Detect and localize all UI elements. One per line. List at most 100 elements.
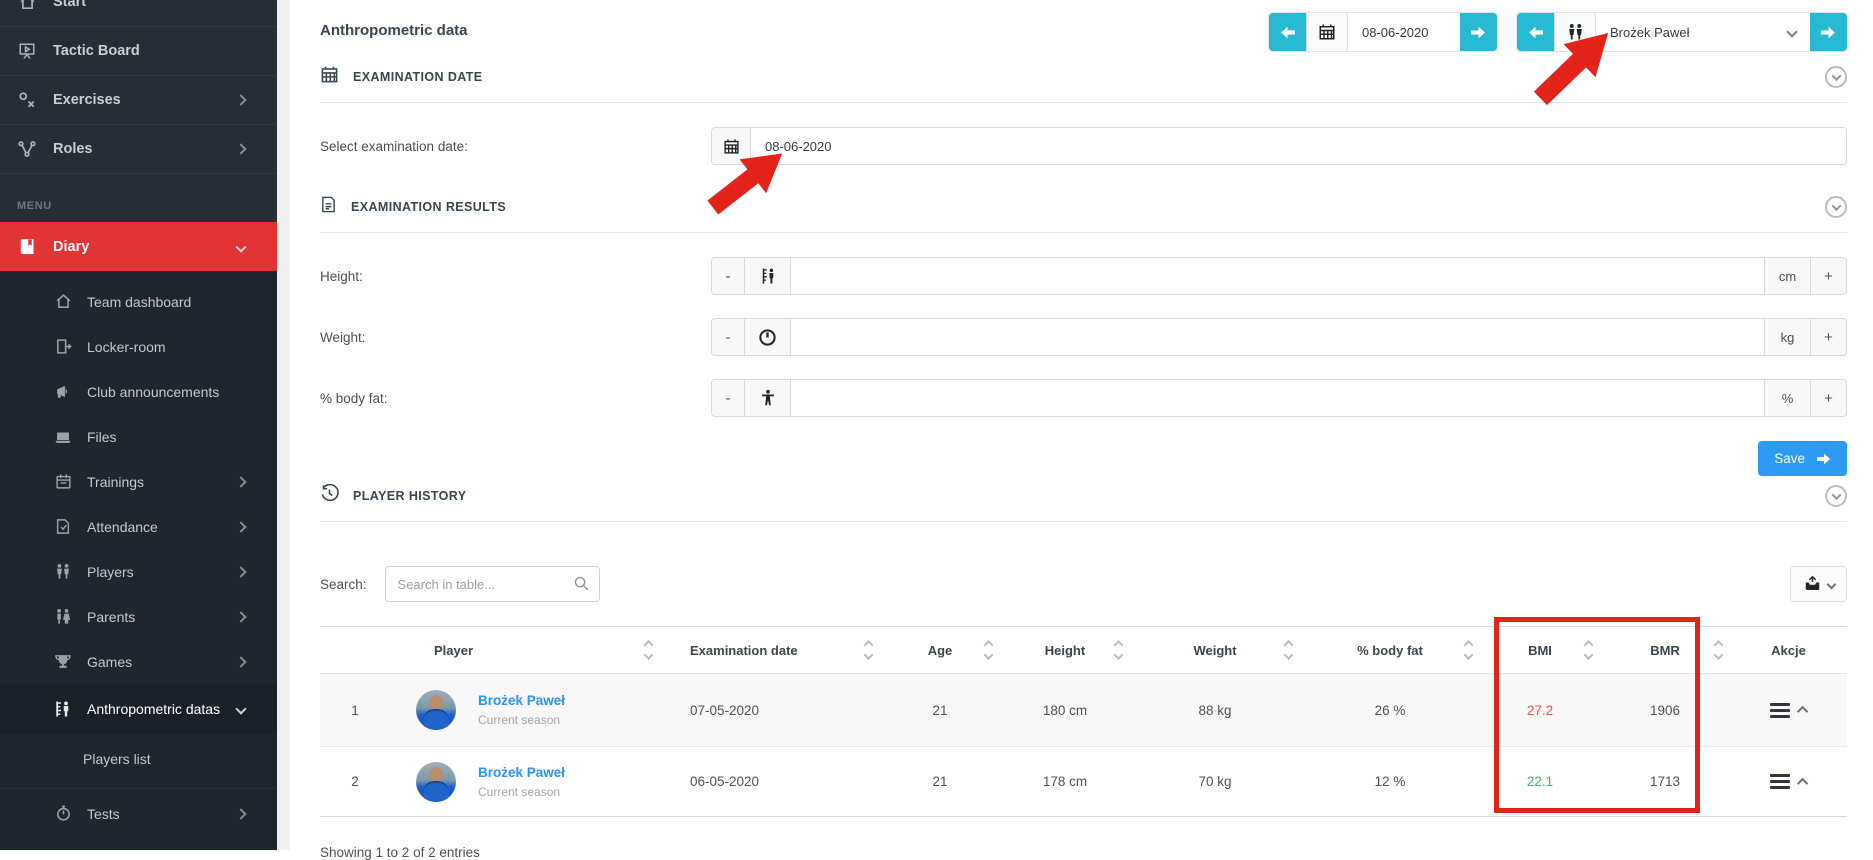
sidebar-item-club-announcements[interactable]: Club announcements bbox=[0, 369, 277, 414]
row-actions-button[interactable] bbox=[1730, 774, 1847, 789]
main-content: Anthropometric data Brożek Paweł bbox=[290, 0, 1873, 850]
sidebar-item-start[interactable]: Start bbox=[0, 0, 277, 27]
sidebar-item-players-list[interactable]: Players list bbox=[0, 734, 277, 784]
weight-scale-icon bbox=[745, 318, 791, 356]
sidebar-item-players[interactable]: Players bbox=[0, 549, 277, 594]
sidebar-item-parents[interactable]: Parents bbox=[0, 594, 277, 639]
chevron-down-icon bbox=[1786, 26, 1797, 37]
sort-icon[interactable] bbox=[645, 642, 652, 659]
sidebar-item-tests[interactable]: Tests bbox=[0, 788, 277, 838]
chevron-right-icon bbox=[235, 566, 246, 577]
col-bmr[interactable]: BMR bbox=[1600, 643, 1730, 658]
col-age[interactable]: Age bbox=[880, 643, 1000, 658]
body-fat-increment-button[interactable]: + bbox=[1811, 379, 1847, 417]
calendar-icon bbox=[53, 473, 73, 490]
examination-date-field bbox=[711, 127, 1847, 165]
examination-date-input[interactable] bbox=[751, 127, 1847, 165]
col-examination-date[interactable]: Examination date bbox=[660, 643, 880, 658]
player-select[interactable]: Brożek Paweł bbox=[1596, 13, 1810, 51]
table-header-row: Player Examination date Age Height Weigh… bbox=[320, 626, 1847, 674]
age-cell: 21 bbox=[880, 774, 1000, 789]
search-icon bbox=[573, 575, 590, 597]
row-index: 2 bbox=[320, 774, 390, 789]
table-row: 1 Brożek Paweł Current season 07-05-2020… bbox=[320, 674, 1847, 747]
chevron-right-icon bbox=[235, 656, 246, 667]
body-fat-input[interactable] bbox=[791, 379, 1765, 417]
sort-icon[interactable] bbox=[1115, 642, 1122, 659]
sidebar-item-roles[interactable]: Roles bbox=[0, 125, 277, 174]
export-button[interactable] bbox=[1790, 566, 1847, 602]
megaphone-icon bbox=[53, 383, 73, 400]
sidebar-item-locker-room[interactable]: Locker-room bbox=[0, 324, 277, 369]
body-fat-row: % body fat: - % + bbox=[320, 379, 1847, 417]
collapse-section-button[interactable] bbox=[1825, 196, 1847, 218]
weight-increment-button[interactable]: + bbox=[1811, 318, 1847, 356]
two-people-icon bbox=[53, 563, 73, 580]
trophy-icon bbox=[53, 653, 73, 670]
menu-icon bbox=[1770, 774, 1790, 789]
table-toolbar: Search: bbox=[320, 566, 1847, 602]
body-fat-person-icon bbox=[745, 379, 791, 417]
height-unit: cm bbox=[1765, 257, 1811, 295]
sidebar-item-tactic-board[interactable]: Tactic Board bbox=[0, 27, 277, 76]
sidebar-item-trainings[interactable]: Trainings bbox=[0, 459, 277, 504]
player-history-header: PLAYER HISTORY bbox=[320, 484, 1847, 508]
sidebar-item-diary[interactable]: Diary bbox=[0, 222, 277, 271]
sidebar: Start Tactic Board Exercises Roles MENU … bbox=[0, 0, 277, 850]
height-decrement-button[interactable]: - bbox=[711, 257, 745, 295]
menu-icon bbox=[1770, 703, 1790, 718]
sort-icon[interactable] bbox=[865, 642, 872, 659]
divider bbox=[320, 232, 1847, 233]
chevron-down-icon bbox=[1826, 579, 1836, 589]
height-cell: 178 cm bbox=[1000, 774, 1130, 789]
player-prev-button[interactable] bbox=[1517, 13, 1554, 51]
collapse-section-button[interactable] bbox=[1825, 66, 1847, 88]
player-name-link[interactable]: Brożek Paweł bbox=[478, 765, 565, 780]
height-increment-button[interactable]: + bbox=[1811, 257, 1847, 295]
sidebar-item-exercises[interactable]: Exercises bbox=[0, 76, 277, 125]
save-button[interactable]: Save bbox=[1758, 441, 1847, 476]
sort-icon[interactable] bbox=[1465, 642, 1472, 659]
sidebar-item-files[interactable]: Files bbox=[0, 414, 277, 459]
calendar-button[interactable] bbox=[1306, 13, 1348, 51]
date-nav-input[interactable] bbox=[1348, 13, 1460, 51]
search-input[interactable] bbox=[385, 566, 600, 602]
sort-icon[interactable] bbox=[1285, 642, 1292, 659]
col-height[interactable]: Height bbox=[1000, 643, 1130, 658]
examination-results-header: EXAMINATION RESULTS bbox=[320, 195, 1847, 219]
sidebar-item-anthropometric-datas[interactable]: Anthropometric datas bbox=[0, 684, 277, 734]
scroll-gutter[interactable] bbox=[277, 0, 290, 850]
weight-input[interactable] bbox=[791, 318, 1765, 356]
height-input[interactable] bbox=[791, 257, 1765, 295]
sidebar-item-games[interactable]: Games bbox=[0, 639, 277, 684]
sort-icon[interactable] bbox=[1715, 642, 1722, 659]
sidebar-item-team-dashboard[interactable]: Team dashboard bbox=[0, 279, 277, 324]
col-body-fat[interactable]: % body fat bbox=[1300, 643, 1480, 658]
chevron-right-icon bbox=[235, 476, 246, 487]
date-next-button[interactable] bbox=[1460, 13, 1497, 51]
chevron-down-icon bbox=[235, 703, 246, 714]
player-next-button[interactable] bbox=[1810, 13, 1847, 51]
chevron-down-icon bbox=[235, 241, 246, 252]
col-player[interactable]: Player bbox=[390, 643, 660, 658]
sort-icon[interactable] bbox=[985, 642, 992, 659]
sidebar-item-attendance[interactable]: Attendance bbox=[0, 504, 277, 549]
date-prev-button[interactable] bbox=[1269, 13, 1306, 51]
select-examination-date-row: Select examination date: bbox=[320, 127, 1847, 165]
height-row: Height: - cm + bbox=[320, 257, 1847, 295]
history-icon bbox=[320, 484, 339, 508]
collapse-section-button[interactable] bbox=[1825, 485, 1847, 507]
col-weight[interactable]: Weight bbox=[1130, 643, 1300, 658]
sort-icon[interactable] bbox=[1585, 642, 1592, 659]
body-fat-decrement-button[interactable]: - bbox=[711, 379, 745, 417]
player-name-link[interactable]: Brożek Paweł bbox=[478, 693, 565, 708]
chevron-right-icon bbox=[235, 611, 246, 622]
chevron-right-icon bbox=[235, 143, 246, 154]
parents-icon bbox=[53, 608, 73, 625]
player-history-table: Player Examination date Age Height Weigh… bbox=[320, 626, 1847, 817]
calendar-icon[interactable] bbox=[711, 127, 751, 165]
weight-decrement-button[interactable]: - bbox=[711, 318, 745, 356]
col-bmi[interactable]: BMI bbox=[1480, 643, 1600, 658]
player-cell: Brożek Paweł Current season bbox=[390, 690, 660, 730]
row-actions-button[interactable] bbox=[1730, 703, 1847, 718]
